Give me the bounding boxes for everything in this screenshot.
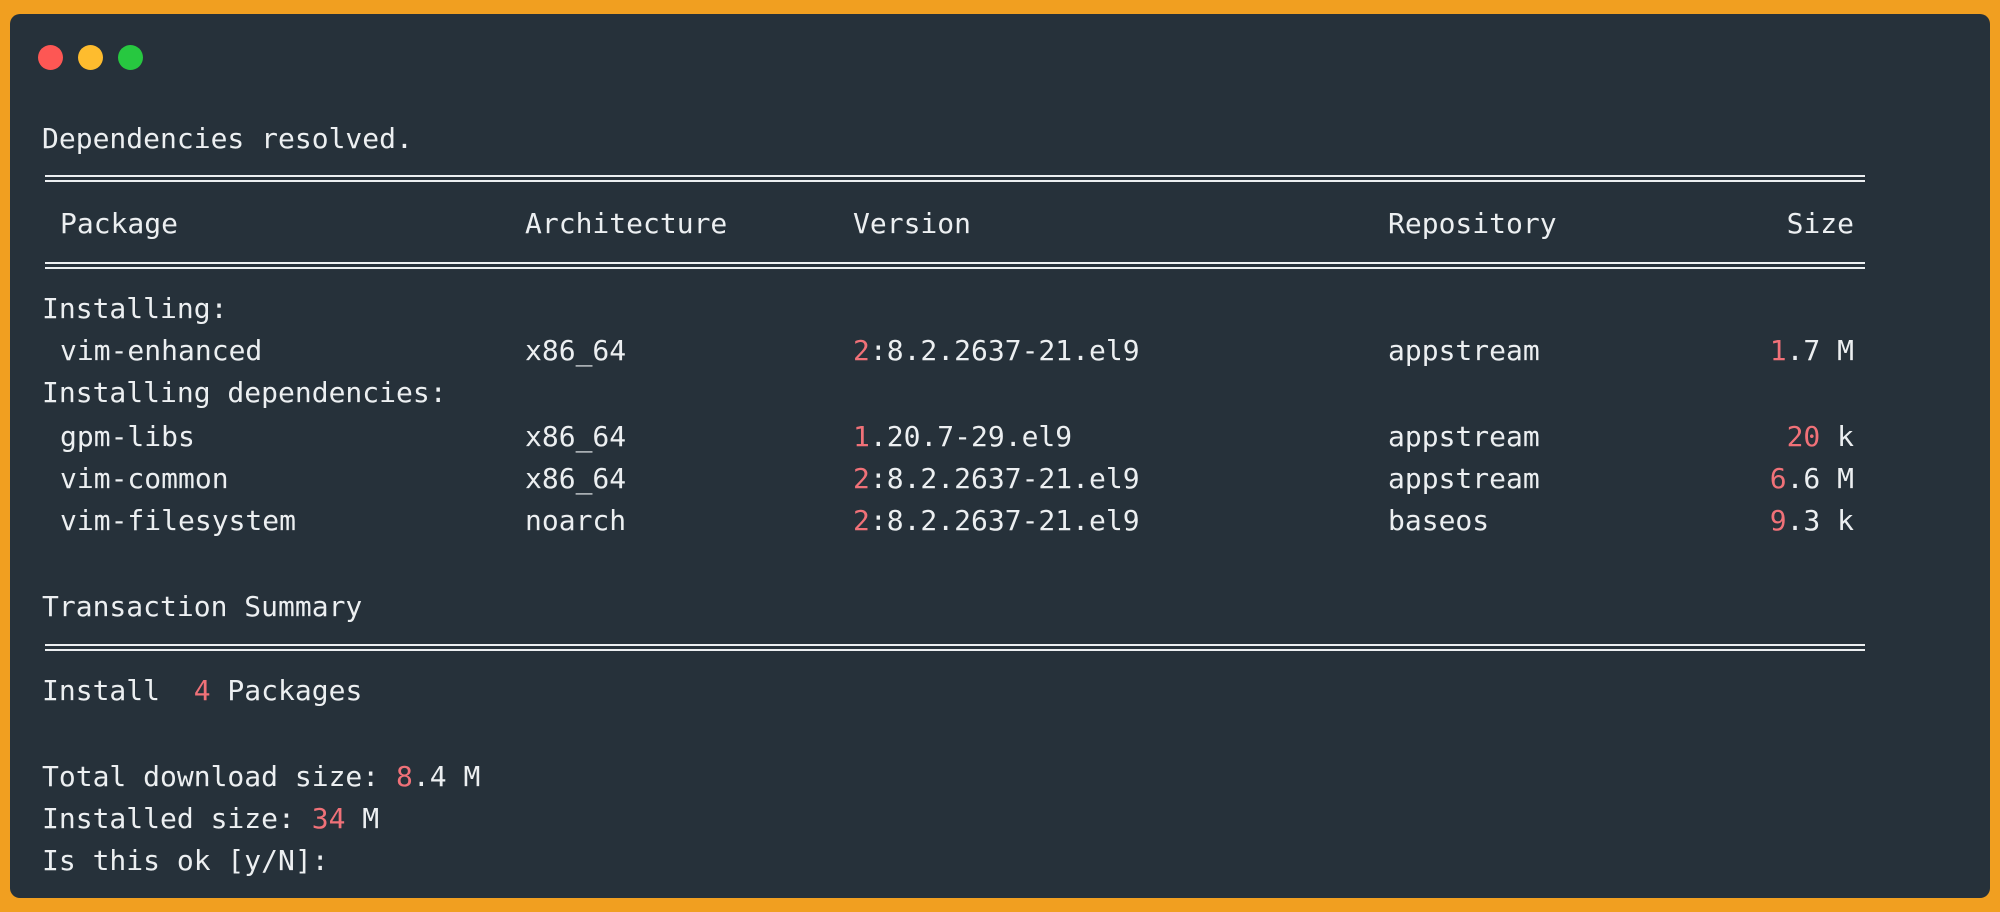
package-size: 6.6 M bbox=[1710, 458, 1854, 500]
install-count: 4 bbox=[193, 674, 211, 707]
version-epoch: 2 bbox=[853, 462, 870, 495]
download-num: 8 bbox=[396, 760, 413, 793]
summary-rule bbox=[45, 644, 1865, 651]
installed-suffix: M bbox=[345, 802, 380, 835]
header-package: Package bbox=[60, 207, 179, 240]
close-button[interactable] bbox=[38, 45, 63, 70]
header-size: Size bbox=[1786, 207, 1854, 240]
installed-prefix: Installed size: bbox=[42, 802, 312, 835]
installing-label: Installing: bbox=[42, 292, 228, 325]
package-arch: x86_64 bbox=[525, 462, 627, 495]
install-suffix: Packages bbox=[210, 674, 363, 707]
download-prefix: Total download size: bbox=[42, 760, 397, 793]
version-rest: :8.2.2637-21.el9 bbox=[869, 334, 1140, 367]
package-repo: appstream bbox=[1388, 334, 1540, 367]
size-rest: k bbox=[1820, 420, 1854, 453]
size-rest: .6 M bbox=[1786, 462, 1854, 495]
summary-title: Transaction Summary bbox=[42, 590, 363, 623]
download-size-line: Total download size: 8.4 M bbox=[42, 756, 480, 798]
install-count-line: Install 4 Packages bbox=[42, 670, 362, 712]
size-num: 20 bbox=[1786, 420, 1821, 453]
version-rest: .20.7-29.el9 bbox=[869, 420, 1073, 453]
version-rest: :8.2.2637-21.el9 bbox=[869, 462, 1140, 495]
terminal-window: Dependencies resolved. Package Architect… bbox=[10, 14, 1990, 898]
size-num: 1 bbox=[1769, 334, 1787, 367]
maximize-button[interactable] bbox=[118, 45, 143, 70]
package-size: 1.7 M bbox=[1710, 330, 1854, 372]
package-size: 9.3 k bbox=[1710, 500, 1854, 542]
package-arch: x86_64 bbox=[525, 420, 627, 453]
package-arch: noarch bbox=[525, 504, 627, 537]
package-version: 2:8.2.2637-21.el9 bbox=[853, 458, 1140, 500]
package-version: 2:8.2.2637-21.el9 bbox=[853, 330, 1140, 372]
installed-num: 34 bbox=[311, 802, 346, 835]
size-rest: .3 k bbox=[1786, 504, 1854, 537]
confirm-prompt[interactable]: Is this ok [y/N]: bbox=[42, 840, 345, 882]
header-version: Version bbox=[853, 207, 972, 240]
dependencies-label: Installing dependencies: bbox=[42, 376, 447, 409]
package-name: vim-common bbox=[60, 462, 229, 495]
package-name: vim-filesystem bbox=[60, 504, 297, 537]
header-repo: Repository bbox=[1388, 207, 1557, 240]
table-top-rule bbox=[45, 175, 1865, 182]
version-epoch: 2 bbox=[853, 504, 870, 537]
package-name: vim-enhanced bbox=[60, 334, 263, 367]
minimize-button[interactable] bbox=[78, 45, 103, 70]
size-rest: .7 M bbox=[1786, 334, 1854, 367]
package-name: gpm-libs bbox=[60, 420, 195, 453]
version-epoch: 1 bbox=[853, 420, 870, 453]
package-repo: appstream bbox=[1388, 420, 1540, 453]
download-suffix: .4 M bbox=[412, 760, 481, 793]
install-prefix: Install bbox=[42, 674, 194, 707]
package-repo: baseos bbox=[1388, 504, 1490, 537]
installed-size-line: Installed size: 34 M bbox=[42, 798, 379, 840]
size-num: 6 bbox=[1769, 462, 1787, 495]
status-line: Dependencies resolved. bbox=[42, 122, 413, 155]
package-version: 1.20.7-29.el9 bbox=[853, 416, 1072, 458]
header-arch: Architecture bbox=[525, 207, 728, 240]
size-num: 9 bbox=[1769, 504, 1787, 537]
package-arch: x86_64 bbox=[525, 334, 627, 367]
version-rest: :8.2.2637-21.el9 bbox=[869, 504, 1140, 537]
version-epoch: 2 bbox=[853, 334, 870, 367]
package-size: 20 k bbox=[1710, 416, 1854, 458]
package-version: 2:8.2.2637-21.el9 bbox=[853, 500, 1140, 542]
package-repo: appstream bbox=[1388, 462, 1540, 495]
table-header-rule bbox=[45, 262, 1865, 269]
